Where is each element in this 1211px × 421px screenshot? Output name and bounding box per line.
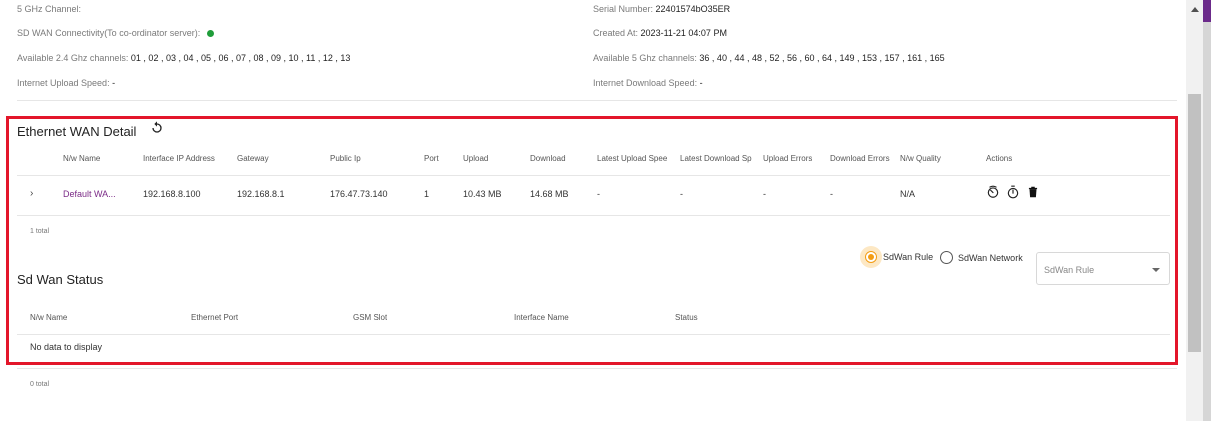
info-created-at: Created At: 2023-11-21 04:07 PM: [593, 28, 727, 38]
info-value-text: -: [112, 78, 116, 88]
info-label-text: Created At:: [593, 28, 639, 38]
info-value-text: 2023-11-21 04:07 PM: [640, 28, 727, 38]
info-value-text: 22401574bO35ER: [655, 4, 731, 14]
sdwan-total-count: 0 total: [30, 381, 50, 388]
scrollbar-thumb[interactable]: [1188, 94, 1201, 352]
highlight-box: [6, 116, 1178, 365]
info-24ghz-channels: Available 2.4 Ghz channels: 01 , 02 , 03…: [17, 53, 350, 63]
background-window-edge: [1203, 0, 1211, 22]
background-window-gray: [1203, 22, 1211, 421]
info-5ghz-channels: Available 5 Ghz channels: 36 , 40 , 44 ,…: [593, 53, 945, 63]
info-upload-speed: Internet Upload Speed: -: [17, 78, 115, 88]
info-5ghz-channel: 5 GHz Channel:: [17, 4, 81, 14]
info-value-text: 01 , 02 , 03 , 04 , 05 , 06 , 07 , 08 , …: [130, 53, 351, 63]
info-sdwan-connectivity: SD WAN Connectivity(To co-ordinator serv…: [17, 28, 214, 38]
info-label-text: Available 5 Ghz channels:: [593, 53, 697, 63]
info-value-text: 36 , 40 , 44 , 48 , 52 , 56 , 60 , 64 , …: [699, 53, 945, 63]
info-label-text: Serial Number:: [593, 4, 654, 14]
info-serial-number: Serial Number: 22401574bO35ER: [593, 4, 730, 14]
info-value-text: -: [699, 78, 703, 88]
info-divider: [17, 100, 1177, 101]
info-download-speed: Internet Download Speed: -: [593, 78, 703, 88]
info-label-text: Available 2.4 Ghz channels:: [17, 53, 129, 63]
info-label-text: SD WAN Connectivity(To co-ordinator serv…: [17, 28, 201, 38]
info-label-text: Internet Download Speed:: [593, 78, 698, 88]
sdwan-bottom-divider: [17, 368, 1177, 369]
scroll-up-icon[interactable]: [1186, 2, 1203, 16]
info-label-text: 5 GHz Channel:: [17, 4, 82, 14]
vertical-scrollbar[interactable]: [1186, 0, 1203, 421]
info-label-text: Internet Upload Speed:: [17, 78, 110, 88]
status-online-icon: [206, 30, 214, 38]
